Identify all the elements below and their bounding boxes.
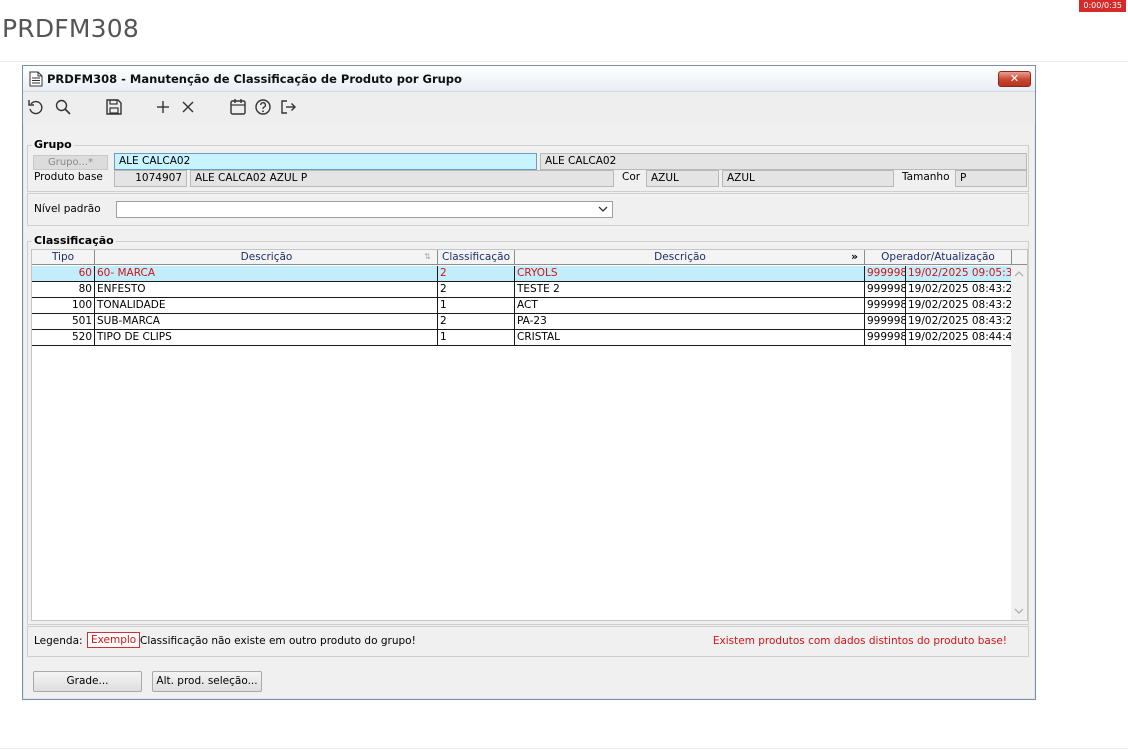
grid-header: Tipo Descrição ⇅ Classificação Descrição… xyxy=(32,250,1027,265)
table-row[interactable]: 520 TIPO DE CLIPS 1 CRISTAL 999998 19/02/2025… xyxy=(32,330,1012,346)
cell-descricao2[interactable]: PA-23 xyxy=(515,314,865,330)
col-header-operador[interactable]: Operador/Atualização xyxy=(865,250,1012,265)
col-header-descricao2[interactable]: Descrição xyxy=(515,250,845,265)
cell-tipo[interactable]: 501 xyxy=(32,314,95,330)
help-icon[interactable] xyxy=(254,98,274,118)
tamanho-label: Tamanho xyxy=(902,171,950,183)
cell-tipo[interactable]: 60 xyxy=(32,266,95,282)
vertical-scrollbar[interactable] xyxy=(1011,265,1027,620)
cell-tipo[interactable]: 100 xyxy=(32,298,95,314)
cell-descricao[interactable]: SUB-MARCA xyxy=(95,314,438,330)
cell-classificacao[interactable]: 1 xyxy=(438,330,515,346)
cell-tipo[interactable]: 80 xyxy=(32,282,95,298)
cor-description: AZUL xyxy=(722,170,894,187)
cell-operador[interactable]: 999998 xyxy=(865,330,906,346)
toolbar xyxy=(23,93,1035,123)
table-row[interactable]: 501 SUB-MARCA 2 PA-23 999998 19/02/2025 08:43… xyxy=(32,314,1012,330)
cell-atualizacao[interactable]: 19/02/2025 08:44:43 xyxy=(906,330,1012,346)
cell-atualizacao[interactable]: 19/02/2025 08:43:26 xyxy=(906,298,1012,314)
add-icon[interactable] xyxy=(154,98,174,118)
cell-descricao2[interactable]: CRISTAL xyxy=(515,330,865,346)
cell-operador[interactable]: 999998 xyxy=(865,266,906,282)
cell-operador[interactable]: 999998 xyxy=(865,282,906,298)
timer-badge: 0:00/0:35 xyxy=(1079,0,1126,12)
warning-text: Existem produtos com dados distintos do … xyxy=(712,635,1007,647)
table-row[interactable]: 60 60- MARCA 2 CRYOLS 999998 19/02/2025 09:05… xyxy=(32,266,1012,282)
undo-icon[interactable] xyxy=(27,98,47,118)
cell-descricao[interactable]: ENFESTO xyxy=(95,282,438,298)
cell-classificacao[interactable]: 2 xyxy=(438,282,515,298)
alt-prod-selecao-button[interactable]: Alt. prod. seleção... xyxy=(152,671,262,692)
scroll-up-icon[interactable] xyxy=(1014,270,1024,277)
page-title: PRDFM308 xyxy=(2,14,139,43)
delete-icon[interactable] xyxy=(179,98,199,118)
cell-atualizacao[interactable]: 19/02/2025 08:43:26 xyxy=(906,314,1012,330)
cell-classificacao[interactable]: 2 xyxy=(438,266,515,282)
cell-atualizacao[interactable]: 19/02/2025 08:43:26 xyxy=(906,282,1012,298)
grupo-description: ALE CALCA02 xyxy=(540,153,1027,170)
table-row[interactable]: 80 ENFESTO 2 TESTE 2 999998 19/02/2025 08:43:… xyxy=(32,282,1012,298)
grupo-input[interactable]: ALE CALCA02 xyxy=(114,153,537,170)
cell-descricao2[interactable]: ACT xyxy=(515,298,865,314)
sort-icon[interactable]: ⇅ xyxy=(418,250,438,265)
grade-button[interactable]: Grade... xyxy=(33,671,142,692)
cell-descricao[interactable]: TONALIDADE xyxy=(95,298,438,314)
nivel-padrao-label: Nível padrão xyxy=(34,203,101,215)
legenda-example-box: Exemplo xyxy=(87,632,141,648)
window-title: PRDFM308 - Manutenção de Classificação d… xyxy=(47,72,462,86)
grupo-section-title: Grupo xyxy=(32,138,74,151)
exit-icon[interactable] xyxy=(279,98,299,118)
document-icon xyxy=(29,71,43,87)
search-icon[interactable] xyxy=(54,98,74,118)
chevron-down-icon xyxy=(598,206,608,212)
produto-base-label: Produto base xyxy=(34,171,103,183)
cell-classificacao[interactable]: 1 xyxy=(438,298,515,314)
cell-descricao[interactable]: 60- MARCA xyxy=(95,266,438,282)
app-window: PRDFM308 - Manutenção de Classificação d… xyxy=(22,65,1036,700)
classificacao-grid: Tipo Descrição ⇅ Classificação Descrição… xyxy=(31,249,1028,621)
scroll-down-icon[interactable] xyxy=(1014,608,1024,615)
calendar-icon[interactable] xyxy=(229,98,249,118)
legenda-text: Classificação não existe em outro produt… xyxy=(140,635,416,647)
save-icon[interactable] xyxy=(105,98,125,118)
cell-operador[interactable]: 999998 xyxy=(865,298,906,314)
col-header-classificacao[interactable]: Classificação xyxy=(438,250,515,265)
tamanho-value: P xyxy=(955,170,1027,187)
cor-label: Cor xyxy=(622,171,641,183)
legenda-label: Legenda: xyxy=(34,635,83,647)
cell-descricao2[interactable]: TESTE 2 xyxy=(515,282,865,298)
produto-base-code: 1074907 xyxy=(114,170,187,187)
nivel-padrao-select[interactable] xyxy=(116,201,613,218)
cell-atualizacao[interactable]: 19/02/2025 09:05:36 xyxy=(906,266,1012,282)
cell-operador[interactable]: 999998 xyxy=(865,314,906,330)
cell-descricao2[interactable]: CRYOLS xyxy=(515,266,865,282)
grupo-lookup-button[interactable]: Grupo...* xyxy=(33,155,108,170)
table-row[interactable]: 100 TONALIDADE 1 ACT 999998 19/02/2025 08:43:… xyxy=(32,298,1012,314)
col-header-descricao[interactable]: Descrição xyxy=(95,250,438,265)
cell-tipo[interactable]: 520 xyxy=(32,330,95,346)
cell-descricao[interactable]: TIPO DE CLIPS xyxy=(95,330,438,346)
cor-code: AZUL xyxy=(646,170,719,187)
footer-divider xyxy=(0,748,1128,749)
cell-classificacao[interactable]: 2 xyxy=(438,314,515,330)
produto-base-description: ALE CALCA02 AZUL P xyxy=(190,170,614,187)
window-titlebar: PRDFM308 - Manutenção de Classificação d… xyxy=(23,66,1035,92)
col-header-tipo[interactable]: Tipo xyxy=(32,250,95,265)
classificacao-section-title: Classificação xyxy=(32,234,116,247)
header-divider xyxy=(0,61,1128,62)
expand-columns-button[interactable]: » xyxy=(845,250,865,265)
close-button[interactable]: ✕ xyxy=(998,71,1031,87)
